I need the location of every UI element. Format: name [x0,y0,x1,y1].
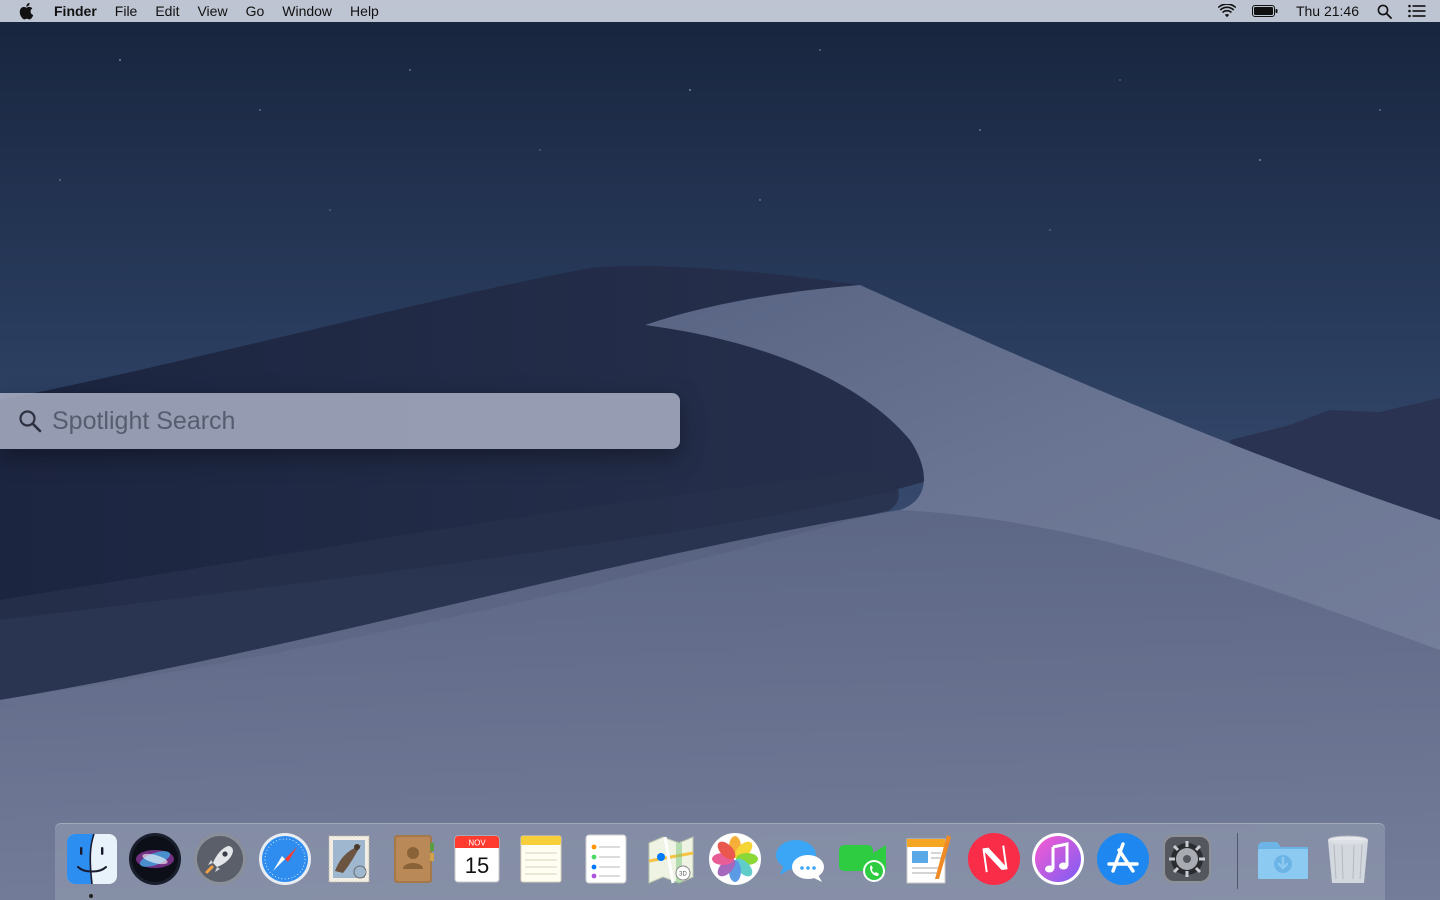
calendar-day: 15 [465,853,489,878]
dock-item-photos[interactable] [707,831,763,887]
dock-item-news[interactable] [966,831,1022,887]
menu-go[interactable]: Go [237,0,274,22]
pages-icon [906,835,951,884]
menu-bar: Finder File Edit View Go Window Help Thu… [0,0,1440,22]
calendar-month: NOV [468,839,486,848]
calendar-icon: NOV 15 [454,835,500,883]
facetime-icon [839,845,886,882]
spotlight-search-input[interactable] [50,405,654,437]
maps-icon: 3D [648,836,694,884]
search-icon [14,409,46,433]
dock-divider [1237,833,1238,889]
messages-icon [776,840,824,882]
menu-view[interactable]: View [188,0,236,22]
dock-item-facetime[interactable] [836,831,892,887]
dock-item-trash[interactable] [1320,831,1376,887]
dock-item-notes[interactable] [513,831,569,887]
desktop: Finder File Edit View Go Window Help Thu… [0,0,1440,900]
notes-icon [520,835,562,883]
safari-icon [259,833,311,885]
desktop-wallpaper [0,0,1440,900]
contacts-icon [394,835,434,883]
battery-icon[interactable] [1244,0,1286,22]
notification-center-icon[interactable] [1400,0,1440,22]
running-indicator [89,894,93,898]
spotlight-icon[interactable] [1369,0,1400,22]
dock-item-safari[interactable] [257,831,313,887]
trash-icon [1327,835,1369,883]
wifi-icon[interactable] [1210,0,1244,22]
menu-edit[interactable]: Edit [146,0,188,22]
launchpad-icon [194,833,246,885]
news-icon [968,833,1020,885]
svg-text:3D: 3D [679,872,687,878]
mail-icon [328,835,370,883]
menu-clock[interactable]: Thu 21:46 [1286,0,1369,22]
dock-item-pages[interactable] [901,831,957,887]
itunes-icon [1032,833,1084,885]
dock-item-siri[interactable] [127,831,183,887]
dock-item-finder[interactable] [64,831,120,887]
dock-item-downloads[interactable] [1255,831,1311,887]
menu-app-name[interactable]: Finder [54,0,106,22]
dock-item-reminders[interactable] [578,831,634,887]
menu-bar-extras: Thu 21:46 [1210,0,1440,22]
system-preferences-icon [1163,835,1211,883]
dock: NOV 15 3D [55,823,1385,900]
dock-item-calendar[interactable]: NOV 15 [449,831,505,887]
menu-window[interactable]: Window [273,0,341,22]
reminders-icon [585,834,627,884]
menu-file[interactable]: File [106,0,147,22]
dock-item-maps[interactable]: 3D [643,831,699,887]
dock-item-mail[interactable] [321,831,377,887]
app-store-icon [1097,833,1149,885]
finder-icon [67,833,117,885]
apple-menu-icon[interactable] [0,0,54,22]
dock-item-contacts[interactable] [385,831,441,887]
downloads-folder-icon [1258,842,1308,879]
dock-item-itunes[interactable] [1030,831,1086,887]
siri-icon [129,833,181,885]
menu-help[interactable]: Help [341,0,388,22]
spotlight-search-bar [0,393,680,449]
dock-item-messages[interactable] [772,831,828,887]
dock-item-system-preferences[interactable] [1159,831,1215,887]
photos-icon [709,833,761,885]
dock-item-launchpad[interactable] [192,831,248,887]
dock-item-app-store[interactable] [1095,831,1151,887]
